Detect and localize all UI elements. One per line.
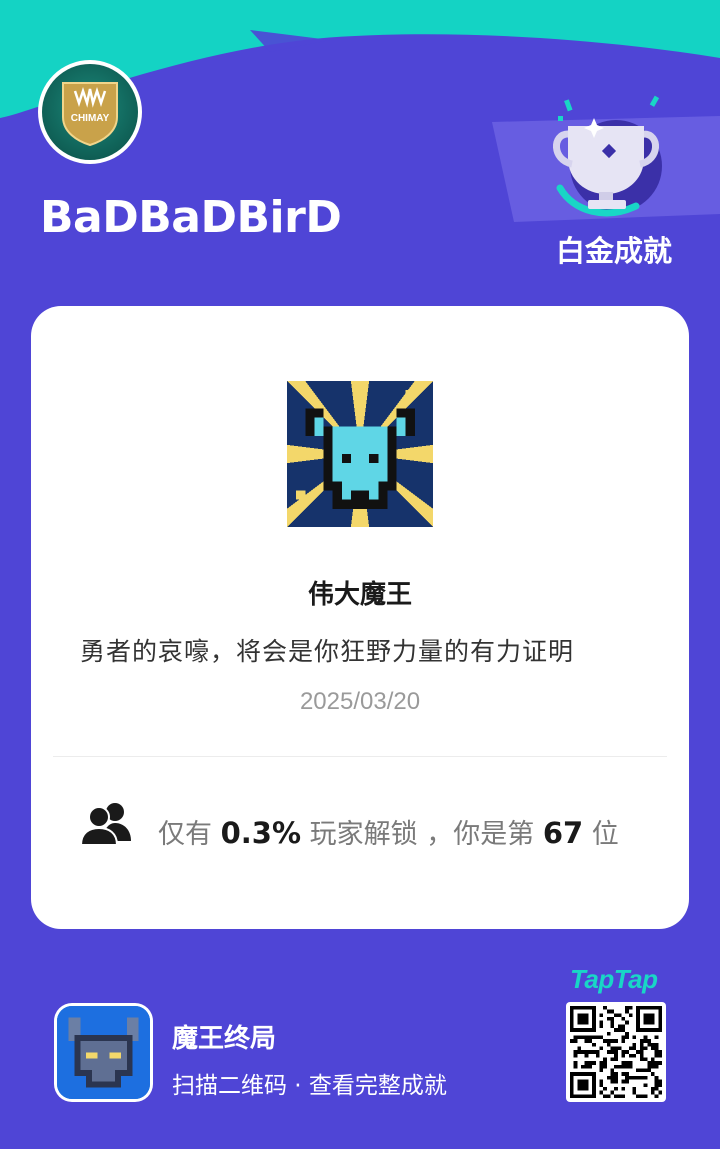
avatar[interactable]: CHIMAY: [38, 60, 142, 164]
taptap-logo: TapTap: [570, 964, 658, 994]
achievement-title: 伟大魔王: [307, 580, 412, 610]
badge-label: 白金成就: [556, 234, 673, 268]
qr-code-icon: [570, 1006, 662, 1098]
unlock-percent: 0.3%: [220, 816, 302, 850]
unlock-stats: 仅有 0.3% 玩家解锁 ，你是第 67 位: [158, 812, 619, 851]
achievement-date: 2025/03/20: [299, 688, 421, 715]
unlock-rank: 67: [542, 816, 584, 850]
game-icon[interactable]: [54, 1003, 153, 1102]
avatar-text: CHIMAY: [71, 113, 110, 124]
qr-code[interactable]: [566, 1002, 666, 1102]
achievement-card: 伟大魔王 勇者的哀嚎，将会是你狂野力量的有力证明 2025/03/20 仅有 0…: [31, 306, 689, 929]
users-icon: [81, 803, 131, 845]
stat-middle: 玩家解锁 ，你是第: [309, 819, 535, 850]
demon-skull-icon: [287, 381, 433, 527]
stat-prefix: 仅有: [158, 819, 212, 850]
chimay-logo-icon: CHIMAY: [62, 82, 118, 147]
username: BaDBaDBirD: [40, 192, 342, 243]
stat-suffix: 位: [591, 819, 619, 850]
game-name: 魔王终局: [172, 1024, 277, 1054]
divider: [53, 756, 667, 757]
game-subtitle: 扫描二维码 · 查看完整成就: [172, 1073, 447, 1099]
achievement-description: 勇者的哀嚎，将会是你狂野力量的有力证明: [80, 637, 575, 666]
demon-game-icon: [57, 1006, 150, 1099]
